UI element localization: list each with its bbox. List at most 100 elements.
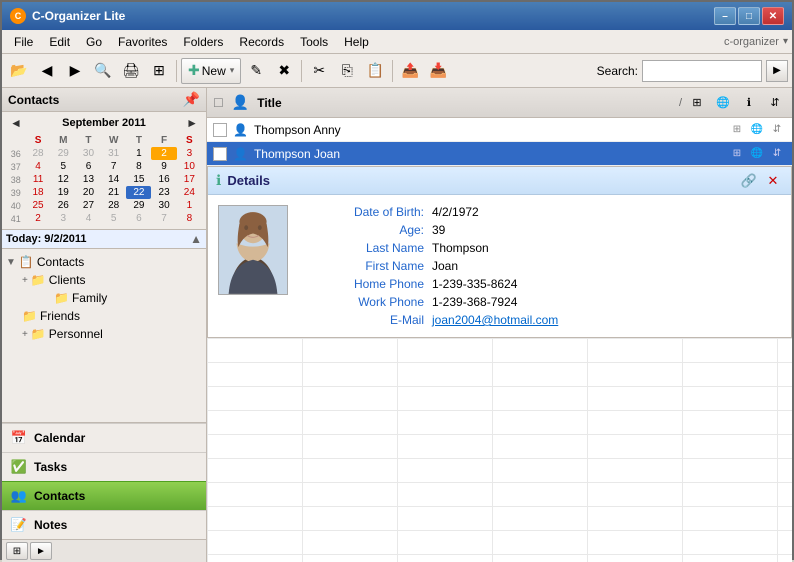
calendar-day[interactable]: 21 — [101, 186, 126, 199]
calendar-day[interactable]: 7 — [151, 212, 176, 225]
clients-expand-icon[interactable]: + — [22, 275, 28, 286]
calendar-day[interactable]: 28 — [101, 199, 126, 212]
calendar-day[interactable]: 31 — [101, 147, 126, 160]
calendar-day[interactable]: 1 — [126, 147, 151, 160]
menu-help[interactable]: Help — [336, 33, 377, 51]
toolbar-paste-button[interactable]: 📋 — [362, 58, 388, 84]
list-arrows-button[interactable]: ⇵ — [764, 93, 786, 113]
menu-go[interactable]: Go — [78, 33, 110, 51]
details-link-button[interactable]: 🔗 — [739, 171, 759, 191]
menu-edit[interactable]: Edit — [41, 33, 78, 51]
calendar-day[interactable]: 19 — [51, 186, 76, 199]
toolbar-search-button[interactable]: 🔍 — [90, 58, 116, 84]
row-grid-btn-joan[interactable]: ⊞ — [728, 146, 746, 162]
menu-folders[interactable]: Folders — [175, 33, 231, 51]
list-sort-icon[interactable]: / — [679, 97, 682, 109]
calendar-day[interactable]: 8 — [126, 160, 151, 173]
root-expand-icon[interactable]: ▼ — [6, 257, 16, 268]
toolbar-delete-button[interactable]: ✖ — [271, 58, 297, 84]
new-button[interactable]: ✚ New ▾ — [181, 58, 241, 84]
calendar-day[interactable]: 4 — [76, 212, 101, 225]
calendar-day[interactable]: 25 — [25, 199, 50, 212]
list-globe-button[interactable]: 🌐 — [712, 93, 734, 113]
calendar-day[interactable]: 30 — [151, 199, 176, 212]
toolbar-copy-button[interactable]: ⎘ — [334, 58, 360, 84]
menu-tools[interactable]: Tools — [292, 33, 336, 51]
calendar-prev-button[interactable]: ◄ — [6, 116, 26, 130]
toolbar-export-button[interactable]: 📤 — [397, 58, 423, 84]
toolbar-open-button[interactable]: 📂 — [6, 58, 32, 84]
search-go-button[interactable]: ▶ — [766, 60, 788, 82]
calendar-day[interactable]: 7 — [101, 160, 126, 173]
menu-favorites[interactable]: Favorites — [110, 33, 175, 51]
row-arrows-btn-anny[interactable]: ⇵ — [768, 122, 786, 138]
row-arrows-btn-joan[interactable]: ⇵ — [768, 146, 786, 162]
calendar-day[interactable]: 26 — [51, 199, 76, 212]
calendar-day[interactable]: 24 — [177, 186, 202, 199]
nav-right-button[interactable]: ► — [30, 542, 52, 560]
nav-calendar[interactable]: 📅 Calendar — [2, 423, 206, 452]
tree-item-friends[interactable]: 📁 Friends — [22, 307, 202, 325]
calendar-day[interactable]: 4 — [25, 160, 50, 173]
calendar-day[interactable]: 5 — [51, 160, 76, 173]
toolbar-forward-button[interactable]: ▶ — [62, 58, 88, 84]
tree-item-family[interactable]: 📁 Family — [54, 289, 202, 307]
toolbar-cut-button[interactable]: ✂ — [306, 58, 332, 84]
calendar-day[interactable]: 2 — [25, 212, 50, 225]
row-grid-btn-anny[interactable]: ⊞ — [728, 122, 746, 138]
calendar-day[interactable]: 13 — [76, 173, 101, 186]
calendar-day[interactable]: 20 — [76, 186, 101, 199]
tree-item-personnel[interactable]: + 📁 Personnel — [22, 325, 202, 343]
nav-contacts[interactable]: 👥 Contacts — [2, 481, 206, 510]
calendar-day[interactable]: 30 — [76, 147, 101, 160]
calendar-day[interactable]: 1 — [177, 199, 202, 212]
calendar-day[interactable]: 29 — [126, 199, 151, 212]
pin-icon[interactable]: 📌 — [183, 91, 200, 108]
list-check-all[interactable]: ☐ — [213, 96, 224, 110]
menu-records[interactable]: Records — [231, 33, 292, 51]
calendar-day[interactable]: 9 — [151, 160, 176, 173]
calendar-day[interactable]: 29 — [51, 147, 76, 160]
maximize-button[interactable]: □ — [738, 7, 760, 25]
record-check-joan[interactable] — [213, 147, 227, 161]
nav-grid-button[interactable]: ⊞ — [6, 542, 28, 560]
calendar-day[interactable]: 11 — [25, 173, 50, 186]
calendar-day[interactable]: 18 — [25, 186, 50, 199]
calendar-day[interactable]: 23 — [151, 186, 176, 199]
toolbar-edit-button[interactable]: ✎ — [243, 58, 269, 84]
calendar-day[interactable]: 12 — [51, 173, 76, 186]
search-input[interactable] — [642, 60, 762, 82]
nav-notes[interactable]: 📝 Notes — [2, 510, 206, 539]
calendar-day[interactable]: 6 — [76, 160, 101, 173]
calendar-next-button[interactable]: ► — [182, 116, 202, 130]
calendar-day[interactable]: 27 — [76, 199, 101, 212]
calendar-day[interactable]: 10 — [177, 160, 202, 173]
toolbar-back-button[interactable]: ◀ — [34, 58, 60, 84]
row-globe-btn-joan[interactable]: 🌐 — [748, 146, 766, 162]
calendar-day[interactable]: 3 — [51, 212, 76, 225]
dropdown-arrow-icon[interactable]: ▾ — [783, 36, 788, 47]
calendar-day[interactable]: 16 — [151, 173, 176, 186]
nav-tasks[interactable]: ✅ Tasks — [2, 452, 206, 481]
calendar-day[interactable]: 15 — [126, 173, 151, 186]
calendar-day[interactable]: 6 — [126, 212, 151, 225]
minimize-button[interactable]: – — [714, 7, 736, 25]
list-grid-button[interactable]: ⊞ — [686, 93, 708, 113]
calendar-day[interactable]: 5 — [101, 212, 126, 225]
calendar-day[interactable]: 28 — [25, 147, 50, 160]
calendar-day[interactable]: 14 — [101, 173, 126, 186]
list-info-button[interactable]: ℹ — [738, 93, 760, 113]
close-button[interactable]: ✕ — [762, 7, 784, 25]
tree-item-clients[interactable]: + 📁 Clients — [22, 271, 202, 289]
tree-root-contacts[interactable]: ▼ 📋 Contacts — [6, 253, 202, 271]
toolbar-import-button[interactable]: 📥 — [425, 58, 451, 84]
toolbar-print-button[interactable]: 🖨 — [118, 58, 144, 84]
toolbar-view-button[interactable]: ⊞ — [146, 58, 172, 84]
calendar-day[interactable]: 2 — [151, 147, 176, 160]
record-row-anny[interactable]: 👤 Thompson Anny ⊞ 🌐 ⇵ — [207, 118, 792, 142]
personnel-expand-icon[interactable]: + — [22, 329, 28, 340]
record-row-joan[interactable]: 👤 Thompson Joan ⊞ 🌐 ⇵ — [207, 142, 792, 166]
calendar-day[interactable]: 8 — [177, 212, 202, 225]
menu-file[interactable]: File — [6, 33, 41, 51]
calendar-day[interactable]: 3 — [177, 147, 202, 160]
